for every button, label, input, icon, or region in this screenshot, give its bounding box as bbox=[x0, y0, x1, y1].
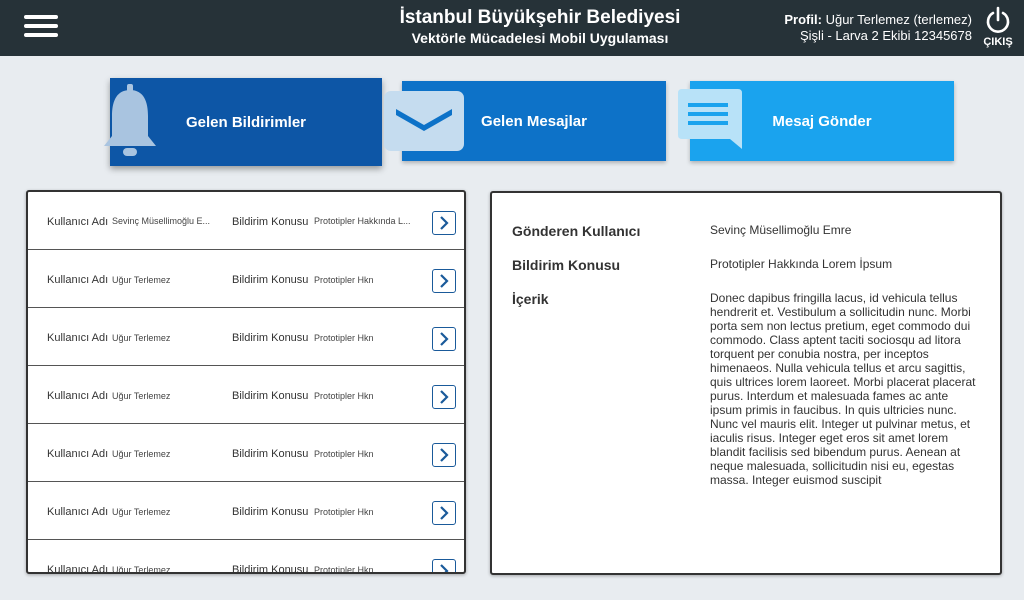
chevron-right-icon bbox=[440, 448, 449, 462]
user-label: Kullanıcı Adı bbox=[47, 448, 109, 460]
topic-label: Bildirim Konusu bbox=[232, 506, 309, 518]
send-message-button[interactable]: Mesaj Gönder bbox=[678, 81, 954, 161]
user-value: Uğur Terlemez bbox=[112, 565, 171, 574]
user-label: Kullanıcı Adı bbox=[47, 506, 109, 518]
chevron-right-icon bbox=[440, 506, 449, 520]
open-detail-button[interactable] bbox=[432, 443, 456, 467]
topic-value: Prototipler Hkn bbox=[314, 507, 374, 517]
chevron-right-icon bbox=[440, 332, 449, 346]
topic-label: Bildirim Konusu bbox=[232, 448, 309, 460]
user-value: Uğur Terlemez bbox=[112, 507, 171, 517]
profile-label: Profil: bbox=[784, 12, 822, 27]
topic-value: Prototipler Hkn bbox=[314, 391, 374, 401]
power-icon bbox=[986, 6, 1010, 33]
user-label: Kullanıcı Adı bbox=[47, 390, 109, 402]
open-detail-button[interactable] bbox=[432, 385, 456, 409]
list-item[interactable]: Kullanıcı Adı Uğur Terlemez Bildirim Kon… bbox=[28, 540, 464, 574]
topic-label: Bildirim Konusu bbox=[232, 564, 309, 574]
open-detail-button[interactable] bbox=[432, 327, 456, 351]
topic-value: Prototipler Hkn bbox=[314, 275, 374, 285]
topic-label: Bildirim Konusu bbox=[232, 390, 309, 402]
sender-label: Gönderen Kullanıcı bbox=[512, 223, 641, 239]
profile-info: Profil: Uğur Terlemez (terlemez) Şişli -… bbox=[784, 12, 972, 44]
user-label: Kullanıcı Adı bbox=[47, 332, 109, 344]
list-item[interactable]: Kullanıcı Adı Uğur Terlemez Bildirim Kon… bbox=[28, 308, 464, 366]
logout-button[interactable]: ÇIKIŞ bbox=[982, 6, 1014, 48]
topic-label: Bildirim Konusu bbox=[512, 257, 621, 273]
incoming-notifications-button[interactable]: Gelen Bildirimler bbox=[104, 78, 382, 166]
chevron-right-icon bbox=[440, 274, 449, 288]
user-value: Uğur Terlemez bbox=[112, 449, 171, 459]
list-item[interactable]: Kullanıcı Adı Uğur Terlemez Bildirim Kon… bbox=[28, 250, 464, 308]
user-label: Kullanıcı Adı bbox=[47, 564, 109, 574]
topic-value: Prototipler Hkn bbox=[314, 333, 374, 343]
topic-value: Prototipler Hkn bbox=[314, 449, 374, 459]
user-label: Kullanıcı Adı bbox=[47, 216, 109, 228]
profile-team: Şişli - Larva 2 Ekibi 12345678 bbox=[800, 28, 972, 43]
open-detail-button[interactable] bbox=[432, 559, 456, 572]
page-title: İstanbul Büyükşehir Belediyesi bbox=[399, 7, 681, 28]
open-detail-button[interactable] bbox=[432, 211, 456, 235]
open-detail-button[interactable] bbox=[432, 269, 456, 293]
envelope-icon bbox=[384, 91, 464, 151]
app-header: İstanbul Büyükşehir Belediyesi Vektörle … bbox=[0, 0, 1024, 56]
logout-label: ÇIKIŞ bbox=[983, 36, 1013, 48]
sender-value: Sevinç Müsellimoğlu Emre bbox=[710, 223, 852, 237]
menu-icon[interactable] bbox=[24, 15, 58, 41]
topic-value: Prototipler Hkn bbox=[314, 565, 374, 574]
user-value: Uğur Terlemez bbox=[112, 333, 171, 343]
user-value: Uğur Terlemez bbox=[112, 275, 171, 285]
list-item[interactable]: Kullanıcı Adı Uğur Terlemez Bildirim Kon… bbox=[28, 482, 464, 540]
notification-detail: Gönderen Kullanıcı Sevinç Müsellimoğlu E… bbox=[490, 191, 1002, 575]
list-item[interactable]: Kullanıcı Adı Uğur Terlemez Bildirim Kon… bbox=[28, 366, 464, 424]
incoming-notifications-label: Gelen Bildirimler bbox=[185, 113, 307, 131]
page-subtitle: Vektörle Mücadelesi Mobil Uygulaması bbox=[411, 30, 669, 46]
user-value: Uğur Terlemez bbox=[112, 391, 171, 401]
chat-icon bbox=[678, 89, 742, 149]
user-label: Kullanıcı Adı bbox=[47, 274, 109, 286]
list-item[interactable]: Kullanıcı Adı Sevinç Müsellimoğlu E... B… bbox=[28, 192, 464, 250]
user-value: Sevinç Müsellimoğlu E... bbox=[112, 216, 211, 226]
list-item[interactable]: Kullanıcı Adı Uğur Terlemez Bildirim Kon… bbox=[28, 424, 464, 482]
chevron-right-icon bbox=[440, 216, 449, 230]
bell-icon bbox=[104, 84, 156, 156]
app-title: İstanbul Büyükşehir Belediyesi Vektörle … bbox=[340, 7, 740, 47]
topic-value: Prototipler Hakkında L... bbox=[314, 216, 411, 226]
incoming-messages-label: Gelen Mesajlar bbox=[481, 112, 587, 130]
topic-label: Bildirim Konusu bbox=[232, 274, 309, 286]
chevron-right-icon bbox=[440, 564, 449, 572]
content-value: Donec dapibus fringilla lacus, id vehicu… bbox=[710, 291, 976, 487]
content-label: İçerik bbox=[512, 291, 549, 307]
send-message-label: Mesaj Gönder bbox=[772, 112, 872, 130]
incoming-messages-button[interactable]: Gelen Mesajlar bbox=[384, 81, 666, 161]
topic-label: Bildirim Konusu bbox=[232, 332, 309, 344]
topic-value: Prototipler Hakkında Lorem İpsum bbox=[710, 257, 893, 271]
chevron-right-icon bbox=[440, 390, 449, 404]
profile-name: Uğur Terlemez (terlemez) bbox=[825, 12, 972, 27]
notification-list[interactable]: Kullanıcı Adı Sevinç Müsellimoğlu E... B… bbox=[26, 190, 466, 574]
open-detail-button[interactable] bbox=[432, 501, 456, 525]
topic-label: Bildirim Konusu bbox=[232, 216, 309, 228]
